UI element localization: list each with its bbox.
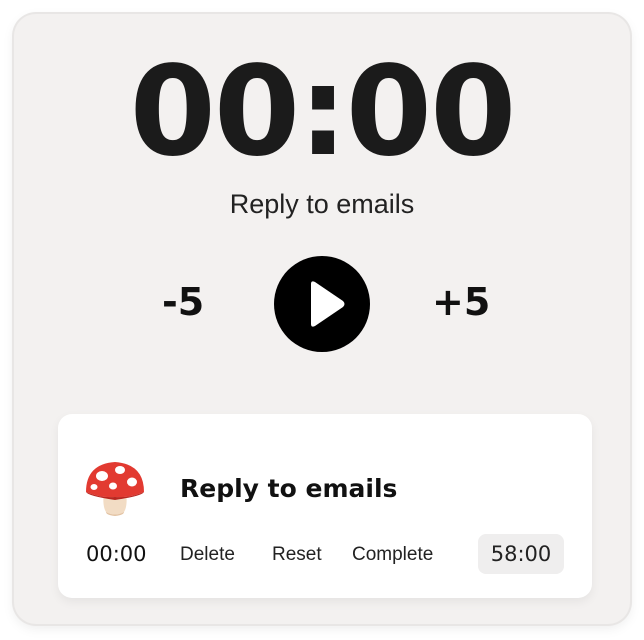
timer-controls: -5 +5 [14, 256, 630, 352]
task-card-title: Reply to emails [180, 474, 398, 503]
complete-button[interactable]: Complete [352, 542, 433, 568]
timer-display: 00:00 [129, 40, 517, 184]
task-card-actions: 00:00 Delete Reset Complete 58:00 [58, 534, 592, 574]
current-task-title: Reply to emails [229, 189, 415, 219]
timer-widget: 00:00 Reply to emails -5 +5 Reply to ema… [14, 14, 630, 624]
task-card: Reply to emails 00:00 Delete Reset Compl… [58, 414, 592, 598]
elapsed-time: 00:00 [86, 542, 147, 566]
play-button[interactable] [274, 256, 370, 352]
plus-5-button[interactable]: +5 [432, 274, 490, 330]
play-icon [311, 281, 345, 327]
delete-button[interactable]: Delete [180, 542, 235, 568]
reset-button[interactable]: Reset [272, 542, 322, 568]
mushroom-icon [86, 462, 144, 516]
duration-badge[interactable]: 58:00 [478, 534, 564, 574]
minus-5-button[interactable]: -5 [162, 274, 204, 330]
